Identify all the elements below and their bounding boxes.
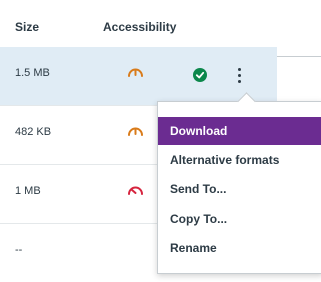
kebab-dot (237, 67, 241, 71)
size-cell: 482 KB (15, 126, 52, 138)
column-header-size[interactable]: Size (15, 20, 39, 34)
more-options-button[interactable] (232, 65, 246, 85)
file-actions-menu: Download Alternative formats Send To... … (157, 101, 321, 274)
menu-item-alternative-formats[interactable]: Alternative formats (158, 146, 321, 174)
kebab-dot (237, 73, 241, 77)
check-circle-icon (193, 68, 207, 82)
menu-item-rename[interactable]: Rename (158, 234, 321, 262)
size-cell: 1.5 MB (15, 67, 50, 79)
menu-item-copy-to[interactable]: Copy To... (158, 205, 321, 233)
accessibility-gauge-icon[interactable] (127, 124, 144, 137)
accessibility-gauge-icon[interactable] (127, 65, 144, 78)
column-header-accessibility[interactable]: Accessibility (103, 20, 176, 34)
menu-item-download[interactable]: Download (158, 117, 321, 145)
kebab-dot (237, 79, 241, 83)
size-cell: 1 MB (15, 185, 41, 197)
accessibility-gauge-icon[interactable] (127, 183, 144, 196)
size-cell: -- (15, 244, 23, 256)
menu-item-send-to[interactable]: Send To... (158, 175, 321, 203)
